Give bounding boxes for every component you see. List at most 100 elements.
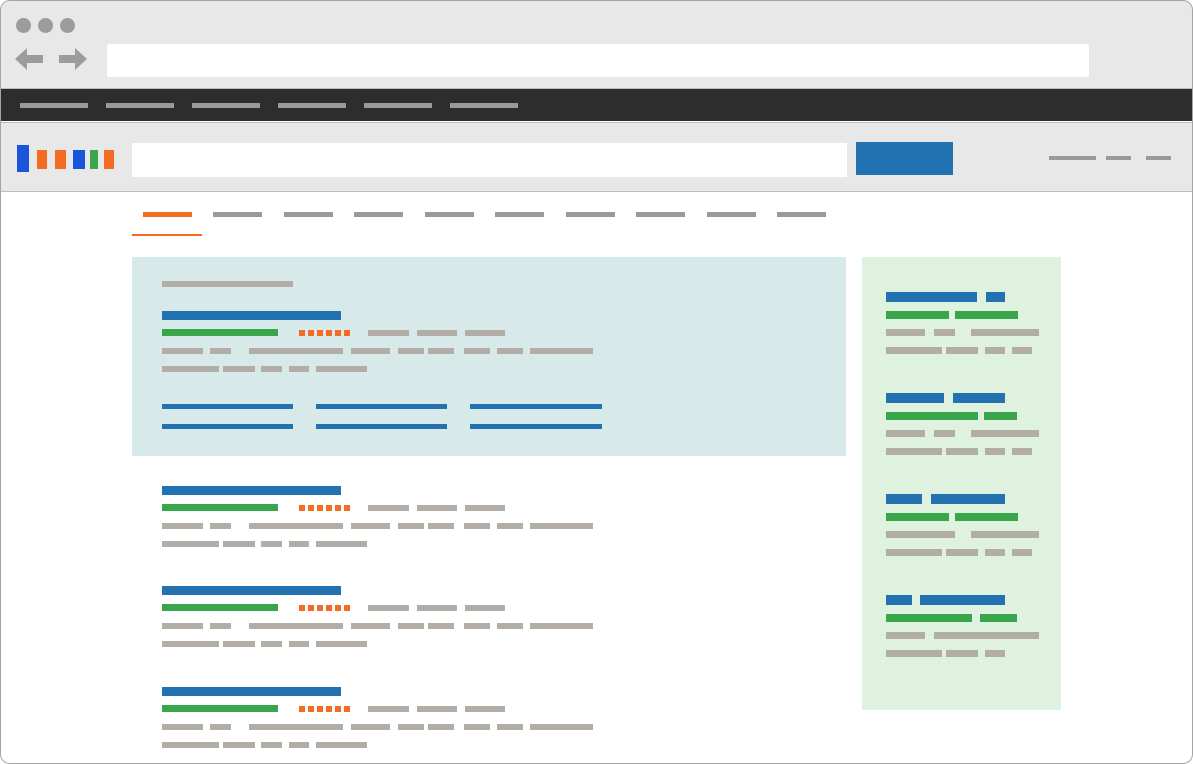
top-nav-item[interactable] xyxy=(106,103,174,108)
forward-arrow-icon[interactable] xyxy=(57,45,89,73)
sitelink[interactable] xyxy=(470,404,602,409)
result-meta xyxy=(465,330,505,336)
result-meta xyxy=(417,330,457,336)
rating-star-icon xyxy=(299,605,305,611)
sidebar-card-subtitle[interactable] xyxy=(955,311,1018,319)
site-logo[interactable] xyxy=(17,145,117,172)
tab-category[interactable] xyxy=(425,212,474,217)
result-url[interactable] xyxy=(162,604,278,611)
sidebar-card-text xyxy=(946,650,978,657)
result-snippet-text xyxy=(210,724,231,730)
sidebar-card-text xyxy=(985,448,1005,455)
result-meta xyxy=(465,505,505,511)
search-input[interactable] xyxy=(132,143,847,177)
back-arrow-icon[interactable] xyxy=(13,45,45,73)
result-snippet-text xyxy=(316,641,367,647)
header-link[interactable] xyxy=(1049,156,1096,160)
sidebar-card-subtitle[interactable] xyxy=(886,412,978,420)
tab-category[interactable] xyxy=(284,212,333,217)
rating-star-icon xyxy=(344,706,350,712)
rating-star-icon xyxy=(299,505,305,511)
result-snippet-text xyxy=(398,523,424,529)
result-snippet-text xyxy=(223,641,255,647)
result-title-link[interactable] xyxy=(162,486,341,495)
address-bar[interactable] xyxy=(107,44,1089,77)
sidebar-card-title[interactable] xyxy=(920,595,1005,605)
result-snippet-text xyxy=(162,541,219,547)
sidebar-card-text xyxy=(985,347,1005,354)
result-snippet-text xyxy=(497,348,523,354)
top-nav-item[interactable] xyxy=(20,103,88,108)
result-snippet-text xyxy=(530,523,593,529)
tab-category[interactable] xyxy=(707,212,756,217)
rating-star-icon xyxy=(299,330,305,336)
sidebar-card-title[interactable] xyxy=(953,393,1005,403)
result-snippet-text xyxy=(530,724,593,730)
rating-star-icon xyxy=(317,706,323,712)
sidebar-card-text xyxy=(971,531,1039,538)
sidebar-card-title[interactable] xyxy=(986,292,1005,302)
tab-category[interactable] xyxy=(777,212,826,217)
result-title-link[interactable] xyxy=(162,311,341,320)
rating-star-icon xyxy=(317,330,323,336)
sidebar-card-title[interactable] xyxy=(886,292,977,302)
sidebar-card-subtitle[interactable] xyxy=(984,412,1017,420)
sidebar-card-title[interactable] xyxy=(886,494,922,504)
result-snippet-text xyxy=(398,724,424,730)
result-snippet-text xyxy=(428,523,454,529)
result-snippet-text xyxy=(261,541,282,547)
result-snippet-text xyxy=(351,623,390,629)
sidebar-card-subtitle[interactable] xyxy=(955,513,1018,521)
sidebar-card-text xyxy=(1012,347,1032,354)
result-snippet-text xyxy=(249,348,343,354)
top-nav-item[interactable] xyxy=(192,103,260,108)
header-link[interactable] xyxy=(1146,156,1171,160)
sidebar-card-subtitle[interactable] xyxy=(980,614,1017,622)
result-url[interactable] xyxy=(162,329,278,336)
result-snippet-text xyxy=(530,348,593,354)
rating-star-icon xyxy=(317,605,323,611)
result-snippet-text xyxy=(428,348,454,354)
sitelink[interactable] xyxy=(162,424,293,429)
result-snippet-text xyxy=(223,366,255,372)
sidebar-card-text xyxy=(934,430,955,437)
tab-category[interactable] xyxy=(566,212,615,217)
sitelink[interactable] xyxy=(316,424,447,429)
sidebar-card-title[interactable] xyxy=(886,393,944,403)
result-title-link[interactable] xyxy=(162,687,341,696)
search-button[interactable] xyxy=(856,142,953,175)
sidebar-card-title[interactable] xyxy=(886,595,912,605)
header-link[interactable] xyxy=(1106,156,1131,160)
top-nav-item[interactable] xyxy=(364,103,432,108)
result-url[interactable] xyxy=(162,705,278,712)
tab-all[interactable] xyxy=(143,212,192,217)
result-snippet-text xyxy=(249,623,343,629)
sitelink[interactable] xyxy=(162,404,293,409)
tab-category[interactable] xyxy=(213,212,262,217)
result-snippet-text xyxy=(210,523,231,529)
rating-star-icon xyxy=(335,505,341,511)
zoom-window-button[interactable] xyxy=(60,18,75,33)
result-url[interactable] xyxy=(162,504,278,511)
result-snippet-text xyxy=(289,366,309,372)
rating-star-icon xyxy=(299,706,305,712)
close-window-button[interactable] xyxy=(16,18,31,33)
tab-category[interactable] xyxy=(354,212,403,217)
tab-category[interactable] xyxy=(495,212,544,217)
sitelink[interactable] xyxy=(316,404,447,409)
result-meta xyxy=(417,605,457,611)
result-snippet-text xyxy=(316,742,367,748)
tab-category[interactable] xyxy=(636,212,685,217)
result-meta xyxy=(368,605,409,611)
sidebar-card-text xyxy=(946,347,978,354)
sidebar-card-subtitle[interactable] xyxy=(886,513,949,521)
logo-letter xyxy=(37,150,47,169)
sitelink[interactable] xyxy=(470,424,602,429)
result-title-link[interactable] xyxy=(162,586,341,595)
sidebar-card-subtitle[interactable] xyxy=(886,311,949,319)
sidebar-card-title[interactable] xyxy=(931,494,1005,504)
top-nav-item[interactable] xyxy=(450,103,518,108)
minimize-window-button[interactable] xyxy=(38,18,53,33)
sidebar-card-subtitle[interactable] xyxy=(886,614,972,622)
top-nav-item[interactable] xyxy=(278,103,346,108)
